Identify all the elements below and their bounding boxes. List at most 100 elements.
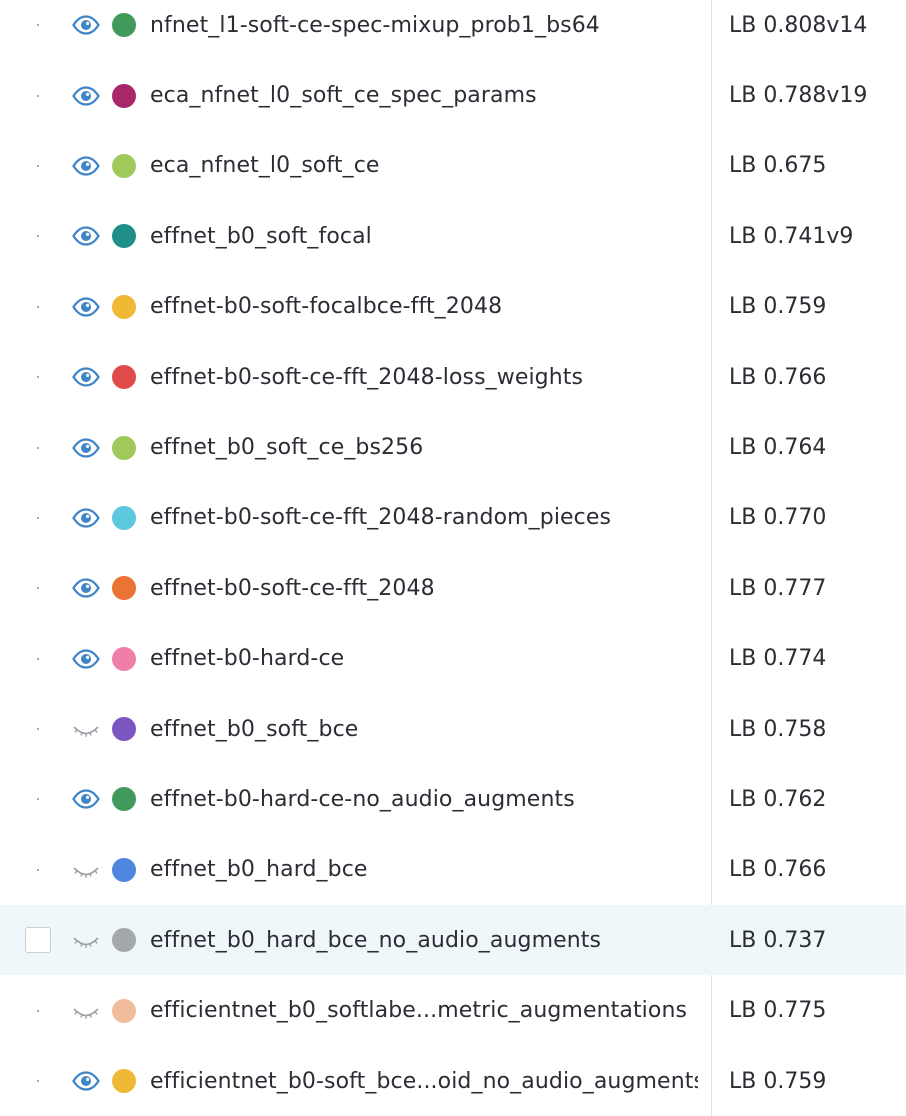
dot-icon bbox=[37, 305, 39, 308]
run-color-swatch[interactable] bbox=[112, 435, 136, 460]
table-row[interactable]: effnet-b0-hard-ce-no_audio_augments LB 0.… bbox=[0, 764, 906, 834]
row-select-handle[interactable] bbox=[24, 222, 52, 250]
table-row[interactable]: effnet-b0-soft-ce-fft_2048-random_pieces… bbox=[0, 483, 906, 553]
run-notes[interactable]: LB 0.770 bbox=[729, 505, 826, 530]
table-row[interactable]: effnet-b0-hard-ce LB 0.774 bbox=[0, 624, 906, 694]
run-name[interactable]: efficientnet_b0_softlabe...metric_augmen… bbox=[150, 998, 698, 1023]
eye-open-icon[interactable] bbox=[70, 295, 102, 319]
run-notes[interactable]: LB 0.774 bbox=[729, 646, 826, 671]
run-color-swatch[interactable] bbox=[112, 717, 136, 742]
table-row[interactable]: effnet_b0_hard_bce_no_audio_augments LB 0… bbox=[0, 905, 906, 976]
run-notes[interactable]: LB 0.764 bbox=[729, 435, 826, 460]
run-color-swatch[interactable] bbox=[112, 1069, 136, 1094]
run-color-swatch[interactable] bbox=[112, 224, 136, 249]
row-select-handle[interactable] bbox=[24, 504, 52, 532]
eye-open-icon[interactable] bbox=[70, 365, 102, 389]
table-row[interactable]: efficientnet_b0-soft_bce...oid_no_audio_… bbox=[0, 1046, 906, 1116]
run-name[interactable]: effnet_b0_hard_bce bbox=[150, 857, 698, 882]
row-select-handle[interactable] bbox=[24, 856, 52, 884]
row-select-handle[interactable] bbox=[24, 1067, 52, 1095]
run-name[interactable]: effnet-b0-hard-ce bbox=[150, 646, 698, 671]
table-row[interactable]: effnet_b0_soft_bce LB 0.758 bbox=[0, 694, 906, 764]
eye-open-icon[interactable] bbox=[70, 576, 102, 600]
row-select-handle[interactable] bbox=[24, 363, 52, 391]
eye-open-icon[interactable] bbox=[70, 787, 102, 811]
row-select-handle[interactable] bbox=[24, 11, 52, 39]
table-row[interactable]: effnet-b0-soft-focalbce-fft_2048 LB 0.759 bbox=[0, 272, 906, 342]
dot-icon bbox=[37, 657, 39, 660]
eye-open-icon[interactable] bbox=[70, 1069, 102, 1093]
eye-open-icon[interactable] bbox=[70, 647, 102, 671]
table-row[interactable]: eca_nfnet_l0_soft_ce_spec_params LB 0.788… bbox=[0, 60, 906, 130]
run-name[interactable]: eca_nfnet_l0_soft_ce bbox=[150, 153, 698, 178]
table-row[interactable]: effnet_b0_soft_ce_bs256 LB 0.764 bbox=[0, 412, 906, 482]
dot-icon bbox=[37, 728, 39, 731]
table-row[interactable]: eca_nfnet_l0_soft_ce LB 0.675 bbox=[0, 131, 906, 201]
run-color-swatch[interactable] bbox=[112, 998, 136, 1023]
table-row[interactable]: effnet_b0_soft_focal LB 0.741v9 bbox=[0, 201, 906, 271]
table-row[interactable]: effnet_b0_hard_bce LB 0.766 bbox=[0, 835, 906, 905]
table-row[interactable]: nfnet_l1-soft-ce-spec-mixup_prob1_bs64 LB… bbox=[0, 0, 906, 60]
run-notes[interactable]: LB 0.741v9 bbox=[729, 224, 853, 249]
row-select-handle[interactable] bbox=[24, 785, 52, 813]
row-select-handle[interactable] bbox=[24, 715, 52, 743]
run-name[interactable]: effnet-b0-soft-ce-fft_2048-loss_weights bbox=[150, 365, 698, 390]
eye-closed-icon[interactable] bbox=[70, 717, 102, 741]
row-checkbox[interactable] bbox=[24, 926, 52, 954]
row-select-handle[interactable] bbox=[24, 645, 52, 673]
run-color-swatch[interactable] bbox=[112, 928, 136, 953]
run-name[interactable]: effnet_b0_soft_ce_bs256 bbox=[150, 435, 698, 460]
row-select-handle[interactable] bbox=[24, 997, 52, 1025]
eye-open-icon[interactable] bbox=[70, 224, 102, 248]
eye-open-icon[interactable] bbox=[70, 84, 102, 108]
run-notes[interactable]: LB 0.788v19 bbox=[729, 83, 867, 108]
run-name[interactable]: effnet_b0_soft_bce bbox=[150, 717, 698, 742]
run-color-swatch[interactable] bbox=[112, 365, 136, 390]
row-select-handle[interactable] bbox=[24, 434, 52, 462]
run-name[interactable]: effnet-b0-hard-ce-no_audio_augments bbox=[150, 787, 698, 812]
run-color-swatch[interactable] bbox=[112, 787, 136, 812]
run-color-swatch[interactable] bbox=[112, 153, 136, 178]
eye-closed-icon[interactable] bbox=[70, 858, 102, 882]
row-select-handle[interactable] bbox=[24, 82, 52, 110]
run-notes[interactable]: LB 0.759 bbox=[729, 1069, 826, 1094]
run-color-swatch[interactable] bbox=[112, 294, 136, 319]
run-name[interactable]: efficientnet_b0-soft_bce...oid_no_audio_… bbox=[150, 1069, 698, 1094]
eye-closed-icon[interactable] bbox=[70, 999, 102, 1023]
table-row[interactable]: effnet-b0-soft-ce-fft_2048 LB 0.777 bbox=[0, 553, 906, 623]
eye-open-icon[interactable] bbox=[70, 436, 102, 460]
eye-open-icon[interactable] bbox=[70, 154, 102, 178]
table-row[interactable]: efficientnet_b0_softlabe...metric_augmen… bbox=[0, 975, 906, 1045]
eye-closed-icon[interactable] bbox=[70, 928, 102, 952]
run-color-swatch[interactable] bbox=[112, 83, 136, 108]
run-notes[interactable]: LB 0.766 bbox=[729, 857, 826, 882]
run-color-swatch[interactable] bbox=[112, 576, 136, 601]
run-notes[interactable]: LB 0.808v14 bbox=[729, 13, 867, 38]
run-name[interactable]: effnet-b0-soft-ce-fft_2048 bbox=[150, 576, 698, 601]
run-notes[interactable]: LB 0.737 bbox=[729, 928, 826, 953]
run-notes[interactable]: LB 0.758 bbox=[729, 717, 826, 742]
table-row[interactable]: effnet-b0-soft-ce-fft_2048-loss_weights L… bbox=[0, 342, 906, 412]
run-notes[interactable]: LB 0.762 bbox=[729, 787, 826, 812]
eye-open-icon[interactable] bbox=[70, 506, 102, 530]
eye-open-icon[interactable] bbox=[70, 13, 102, 37]
run-name[interactable]: eca_nfnet_l0_soft_ce_spec_params bbox=[150, 83, 698, 108]
run-name[interactable]: effnet-b0-soft-ce-fft_2048-random_pieces bbox=[150, 505, 698, 530]
run-color-swatch[interactable] bbox=[112, 505, 136, 530]
run-name[interactable]: effnet-b0-soft-focalbce-fft_2048 bbox=[150, 294, 698, 319]
dot-icon bbox=[37, 24, 39, 27]
run-name[interactable]: nfnet_l1-soft-ce-spec-mixup_prob1_bs64 bbox=[150, 13, 698, 38]
run-notes[interactable]: LB 0.777 bbox=[729, 576, 826, 601]
row-select-handle[interactable] bbox=[24, 152, 52, 180]
run-notes[interactable]: LB 0.775 bbox=[729, 998, 826, 1023]
run-color-swatch[interactable] bbox=[112, 646, 136, 671]
run-name[interactable]: effnet_b0_soft_focal bbox=[150, 224, 698, 249]
run-name[interactable]: effnet_b0_hard_bce_no_audio_augments bbox=[150, 928, 698, 953]
row-select-handle[interactable] bbox=[24, 293, 52, 321]
run-color-swatch[interactable] bbox=[112, 857, 136, 882]
run-notes[interactable]: LB 0.675 bbox=[729, 153, 826, 178]
run-notes[interactable]: LB 0.759 bbox=[729, 294, 826, 319]
run-color-swatch[interactable] bbox=[112, 13, 136, 38]
row-select-handle[interactable] bbox=[24, 574, 52, 602]
run-notes[interactable]: LB 0.766 bbox=[729, 365, 826, 390]
